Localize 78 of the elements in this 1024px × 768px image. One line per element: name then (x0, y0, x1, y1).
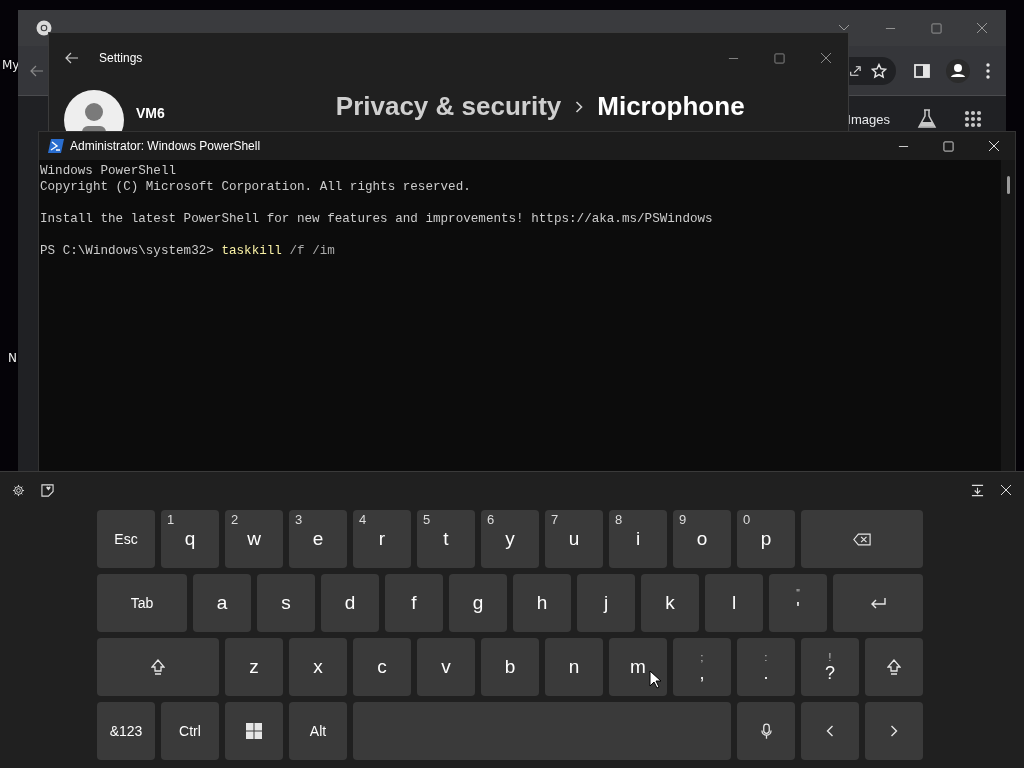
letter-key[interactable]: 1 q (161, 510, 219, 568)
address-bar[interactable] (846, 56, 896, 85)
letter-key[interactable]: k (641, 574, 699, 632)
mic-icon (760, 722, 772, 740)
windows-logo-icon (246, 723, 262, 739)
letter-key[interactable]: 3 e (289, 510, 347, 568)
window-title: Settings (99, 51, 143, 65)
punctuation-key[interactable]: : . (737, 638, 795, 696)
letter-key[interactable]: s (257, 574, 315, 632)
terminal-app-icon (48, 139, 64, 153)
microphone-key[interactable] (737, 702, 795, 760)
menu-icon[interactable] (986, 62, 990, 79)
dock-icon[interactable] (971, 483, 984, 497)
tab-search-icon[interactable] (838, 24, 850, 32)
sticker-icon[interactable] (41, 483, 54, 497)
desktop-icon-label[interactable]: My (2, 58, 20, 72)
windows-key[interactable] (225, 702, 283, 760)
shift-key[interactable] (865, 638, 923, 696)
share-icon[interactable] (849, 63, 861, 78)
right-icon (890, 725, 898, 737)
letter-key[interactable]: h (513, 574, 571, 632)
function-key[interactable]: Esc (97, 510, 155, 568)
apps-grid-icon[interactable] (964, 110, 982, 128)
punctuation-key[interactable]: ! ? (801, 638, 859, 696)
letter-key[interactable]: n (545, 638, 603, 696)
desktop-icon-label[interactable]: N (8, 351, 17, 365)
account-name: VM6 (136, 105, 165, 121)
function-key[interactable]: Ctrl (161, 702, 219, 760)
command-arguments: /f /im (289, 243, 335, 259)
enter-icon (870, 597, 886, 609)
terminal-prompt: PS C:\Windows\system32> (40, 243, 214, 259)
letter-key[interactable]: 5 t (417, 510, 475, 568)
letter-key[interactable]: 8 i (609, 510, 667, 568)
terminal-output-line: Windows PowerShell (40, 163, 178, 179)
letter-key[interactable]: 2 w (225, 510, 283, 568)
function-key[interactable]: Alt (289, 702, 347, 760)
shift-icon (887, 659, 901, 675)
breadcrumb-item: Microphone (597, 91, 745, 122)
punctuation-key[interactable]: ; , (673, 638, 731, 696)
letter-key[interactable]: 4 r (353, 510, 411, 568)
shift-icon (151, 659, 165, 675)
letter-key[interactable]: d (321, 574, 379, 632)
letter-key[interactable]: x (289, 638, 347, 696)
letter-key[interactable]: 0 p (737, 510, 795, 568)
bookmark-star-icon[interactable] (871, 62, 887, 79)
letter-key[interactable]: a (193, 574, 251, 632)
letter-key[interactable]: l (705, 574, 763, 632)
letter-key[interactable]: z (225, 638, 283, 696)
terminal-output-line: Copyright (C) Microsoft Corporation. All rights reserved. (40, 179, 472, 195)
window-title: Administrator: Windows PowerShell (70, 139, 261, 153)
scrollbar[interactable] (1001, 160, 1015, 472)
mouse-pointer-icon (649, 670, 661, 689)
punctuation-key[interactable]: " ' (769, 574, 827, 632)
command-name: taskkill (221, 243, 282, 259)
scrollbar-thumb[interactable] (1006, 176, 1010, 194)
letter-key[interactable]: g (449, 574, 507, 632)
breadcrumb-chevron-icon (575, 100, 584, 113)
side-panel-icon[interactable] (914, 62, 930, 79)
terminal-output-line: Install the latest PowerShell for new features and improvements! https://aka.ms/PSWindows (40, 211, 714, 227)
letter-key[interactable]: f (385, 574, 443, 632)
left-icon (826, 725, 834, 737)
function-key[interactable]: Tab (97, 574, 187, 632)
letter-key[interactable]: 9 o (673, 510, 731, 568)
maximize-icon[interactable] (774, 52, 785, 64)
letter-key[interactable]: 7 u (545, 510, 603, 568)
backspace-icon (853, 532, 871, 546)
letter-key[interactable]: 6 y (481, 510, 539, 568)
settings-icon[interactable] (12, 483, 25, 497)
back-icon[interactable] (65, 52, 79, 64)
function-key[interactable]: &123 (97, 702, 155, 760)
letter-key[interactable]: j (577, 574, 635, 632)
flask-icon[interactable] (916, 108, 938, 130)
letter-key[interactable]: v (417, 638, 475, 696)
profile-icon[interactable] (946, 58, 970, 83)
letter-key[interactable]: c (353, 638, 411, 696)
letter-key[interactable]: m (609, 638, 667, 696)
breadcrumb-item[interactable]: Privacy & security (335, 91, 562, 122)
letter-key[interactable]: b (481, 638, 539, 696)
